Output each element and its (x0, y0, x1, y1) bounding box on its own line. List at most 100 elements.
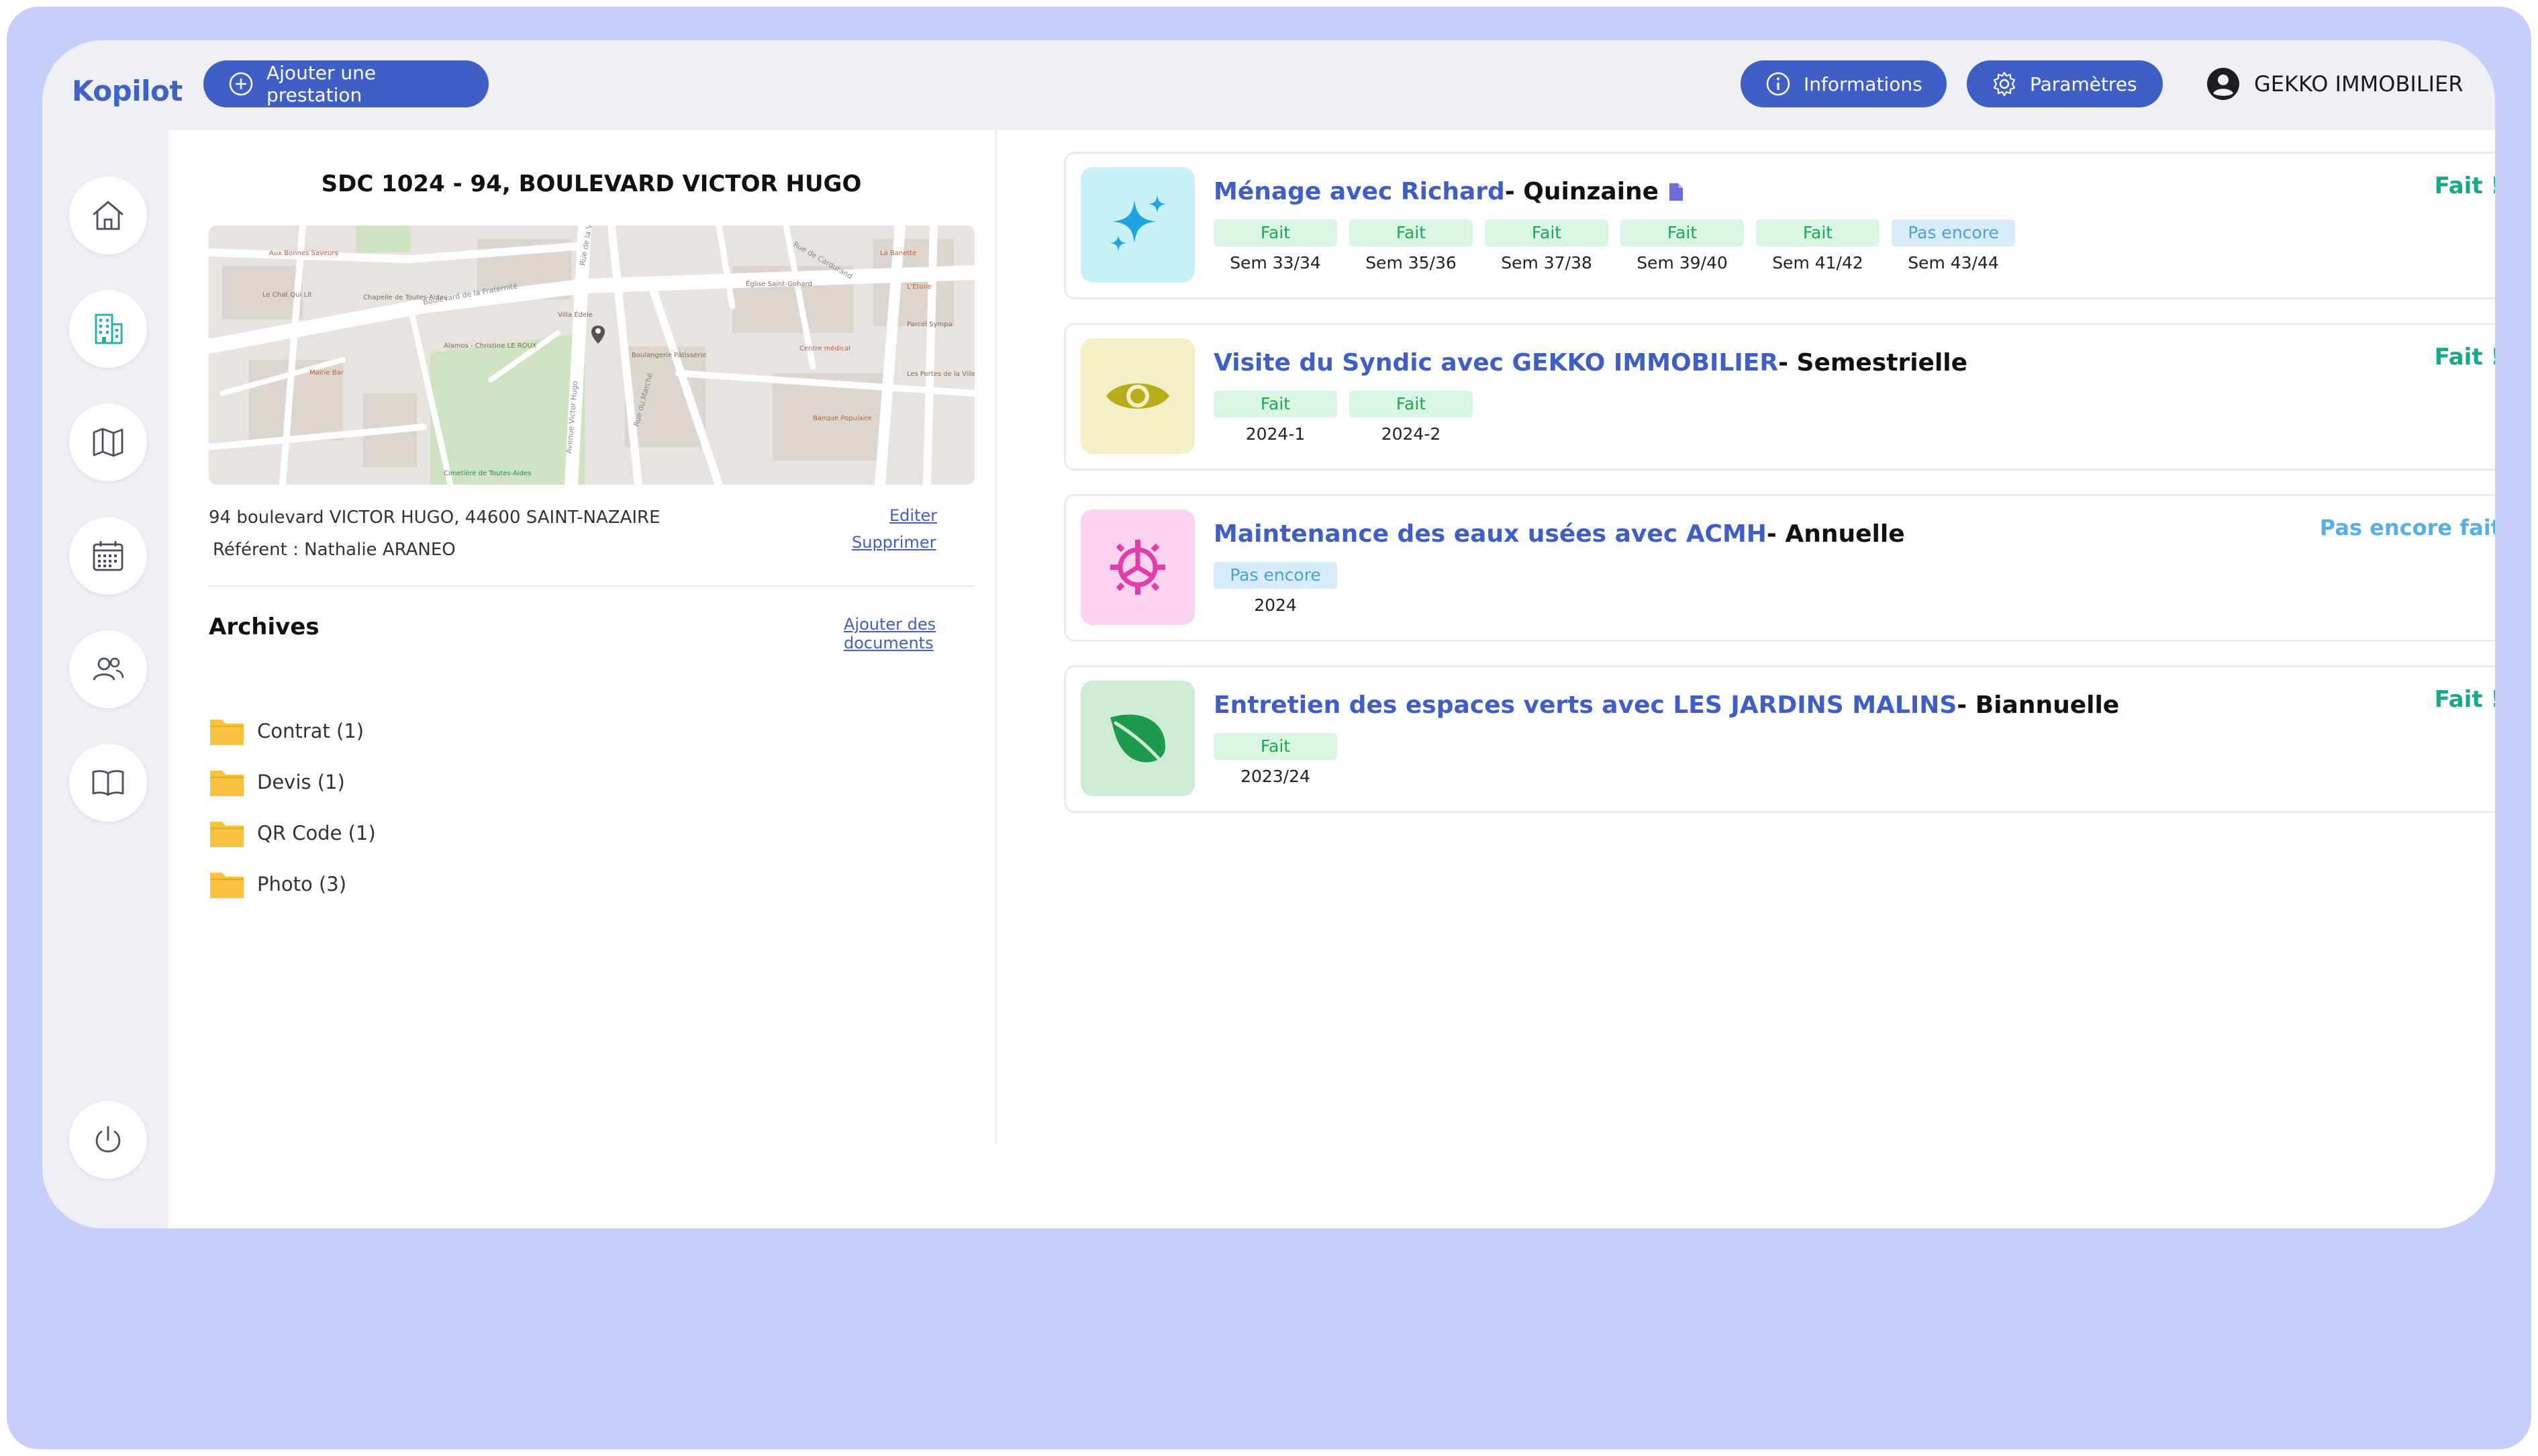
app-logo[interactable]: Kopilot (72, 64, 183, 118)
folder-icon (210, 771, 244, 796)
period-badge[interactable]: Fait 2024-2 (1349, 391, 1473, 444)
add-documents-link[interactable]: Ajouter des documents (844, 615, 995, 652)
period-tag: Fait (1620, 220, 1744, 246)
property-referent: Référent : Nathalie ARANEO (213, 540, 456, 560)
period-badge[interactable]: Fait Sem 33/34 (1214, 220, 1337, 273)
service-status: Pas encore fait (2319, 515, 2495, 540)
service-title-frequency: - Quinzaine (1504, 178, 1659, 205)
folder-photo[interactable]: Photo (3) (209, 869, 346, 900)
period-badge[interactable]: Pas encore 2024 (1214, 562, 1337, 615)
period-tag: Fait (1214, 220, 1337, 246)
sidebar-item-map[interactable] (69, 403, 147, 481)
service-card[interactable]: Entretien des espaces verts avec LES JAR… (1064, 665, 2495, 813)
service-title: Ménage avec Richard - Quinzaine (1214, 178, 1684, 205)
service-periods: Fait 2024-1 Fait 2024-2 (1214, 391, 1473, 444)
service-title-frequency: - Semestrielle (1778, 349, 1968, 377)
folder-icon (210, 720, 244, 745)
period-badge[interactable]: Fait Sem 37/38 (1485, 220, 1608, 273)
period-label: 2024-2 (1381, 424, 1441, 444)
service-periods: Fait Sem 33/34 Fait Sem 35/36 Fait Sem 37/3… (1214, 220, 2015, 273)
map-place-label: L'Étoile (907, 282, 931, 291)
folder-devis[interactable]: Devis (1) (209, 767, 345, 797)
period-tag: Pas encore (1214, 562, 1337, 589)
service-periods: Fait 2023/24 (1214, 733, 1337, 786)
sidebar-item-calendar[interactable] (69, 517, 147, 595)
service-title-main[interactable]: Maintenance des eaux usées avec ACMH (1214, 520, 1767, 548)
property-address: 94 boulevard VICTOR HUGO, 44600 SAINT-NA… (209, 507, 661, 528)
informations-label: Informations (1804, 72, 1922, 95)
period-tag: Fait (1349, 220, 1473, 246)
period-label: Sem 37/38 (1501, 253, 1592, 273)
period-badge[interactable]: Fait Sem 41/42 (1756, 220, 1880, 273)
service-title-main[interactable]: Visite du Syndic avec GEKKO IMMOBILIER (1214, 349, 1778, 377)
column-divider (995, 130, 997, 1144)
power-icon (95, 1126, 121, 1153)
book-icon (92, 770, 124, 796)
service-title-frequency: - Biannuelle (1957, 691, 2120, 719)
period-label: 2024-1 (1245, 424, 1306, 444)
service-icon-tile (1081, 681, 1195, 796)
folder-contrat[interactable]: Contrat (1) (209, 716, 364, 746)
folder-label: Photo (3) (257, 873, 347, 895)
map-place-label: Boulangerie Pâtisserie (632, 351, 706, 359)
period-label: 2024 (1254, 595, 1297, 615)
sidebar-item-documentation[interactable] (69, 744, 147, 822)
service-title-main[interactable]: Entretien des espaces verts avec LES JAR… (1214, 691, 1957, 719)
service-title-main[interactable]: Ménage avec Richard (1214, 178, 1505, 205)
map-place-label: Chapelle de Toutes-Aides (363, 294, 447, 301)
folder-label: Contrat (1) (257, 720, 364, 742)
sidebar-item-home[interactable] (69, 177, 147, 254)
logout-button[interactable] (69, 1101, 147, 1179)
period-tag: Fait (1485, 220, 1608, 246)
period-tag: Fait (1349, 391, 1473, 418)
add-service-label: Ajouter une prestation (266, 62, 377, 106)
period-badge[interactable]: Fait 2023/24 (1214, 733, 1337, 786)
map-place-label: Centre médical (799, 344, 850, 352)
map-place-label: Alamos - Christine LE ROUX (444, 342, 537, 350)
service-card[interactable]: Maintenance des eaux usées avec ACMH - A… (1064, 494, 2495, 642)
user-name: GEKKO IMMOBILIER (2254, 71, 2463, 97)
map-place-label: Mairie Bar (309, 369, 344, 377)
period-badge[interactable]: Fait 2024-1 (1214, 391, 1337, 444)
period-badge[interactable]: Pas encore Sem 43/44 (1892, 220, 2015, 273)
settings-label: Paramètres (2030, 72, 2137, 95)
edit-link[interactable]: Editer (889, 506, 937, 525)
period-badge[interactable]: Fait Sem 35/36 (1349, 220, 1473, 273)
plus-circle-icon (229, 72, 253, 96)
period-label: Sem 43/44 (1908, 253, 1999, 273)
service-title: Visite du Syndic avec GEKKO IMMOBILIER -… (1214, 349, 1967, 377)
sidebar-item-contacts[interactable] (69, 630, 147, 708)
map-place-label: Aux Bonnes Saveurs (269, 250, 338, 257)
map-place-label: Cimetière de Toutes-Aides (444, 469, 531, 477)
add-service-button[interactable]: Ajouter une prestation (203, 60, 489, 107)
period-label: Sem 33/34 (1230, 253, 1321, 273)
settings-button[interactable]: Paramètres (1967, 60, 2163, 107)
service-card[interactable]: Visite du Syndic avec GEKKO IMMOBILIER -… (1064, 323, 2495, 471)
service-status: Fait ! (2434, 686, 2495, 713)
period-badge[interactable]: Fait Sem 39/40 (1620, 220, 1744, 273)
building-icon (95, 313, 123, 344)
folder-qr-code[interactable]: QR Code (1) (209, 818, 376, 848)
document-icon[interactable] (1668, 182, 1684, 202)
archives-heading: Archives (209, 614, 320, 640)
property-map[interactable]: Boulevard de la Fraternité Avenue Victor… (209, 226, 975, 485)
folder-icon (210, 873, 244, 898)
user-menu[interactable]: GEKKO IMMOBILIER (2206, 60, 2463, 107)
period-tag: Fait (1756, 220, 1880, 246)
delete-link[interactable]: Supprimer (852, 533, 936, 552)
service-icon-tile (1081, 338, 1195, 454)
gear-icon (1993, 71, 2016, 97)
informations-button[interactable]: Informations (1741, 60, 1947, 107)
period-label: Sem 39/40 (1637, 253, 1728, 273)
folder-icon (210, 822, 244, 847)
map-place-label: Le Chat Qui Lit (262, 291, 312, 299)
user-avatar-icon (2207, 68, 2239, 100)
period-tag: Fait (1214, 391, 1337, 418)
sidebar-item-buildings[interactable] (69, 290, 147, 368)
map-place-label: Parcel Sympa (907, 321, 953, 328)
service-card[interactable]: Ménage avec Richard - Quinzaine Fait ! F… (1064, 152, 2495, 299)
pipe-gear-icon (1110, 540, 1165, 595)
service-title: Entretien des espaces verts avec LES JAR… (1214, 691, 2119, 719)
period-tag: Pas encore (1892, 220, 2015, 246)
users-icon (93, 657, 124, 681)
